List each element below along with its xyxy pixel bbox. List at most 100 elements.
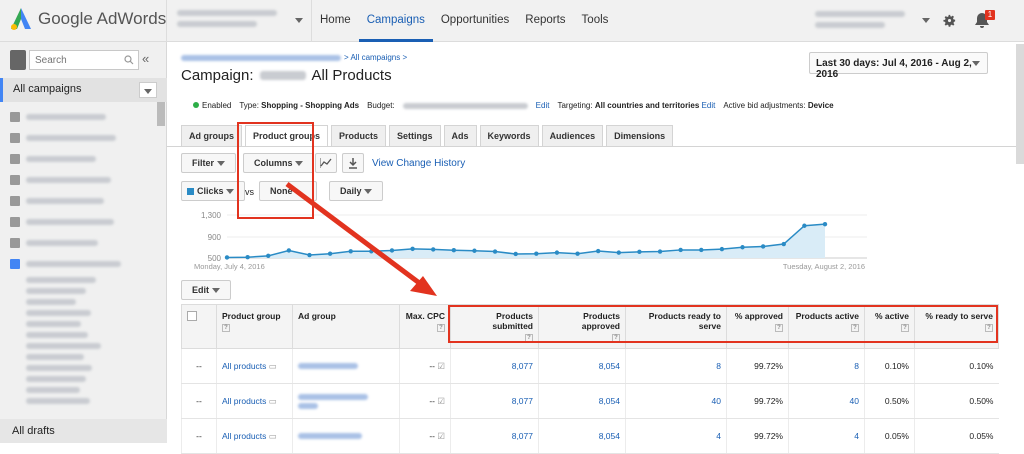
tab-audiences[interactable]: Audiences [541, 125, 604, 147]
nav-tools[interactable]: Tools [574, 0, 617, 42]
ad-group-link[interactable] [298, 433, 362, 439]
nav-opportunities[interactable]: Opportunities [433, 0, 517, 42]
folder-icon[interactable] [10, 50, 26, 70]
ad-group-item[interactable] [10, 296, 160, 307]
chart-toggle-button[interactable] [315, 153, 337, 173]
data-point[interactable] [637, 249, 642, 255]
ad-group-item[interactable] [10, 395, 160, 406]
data-point[interactable] [451, 248, 457, 253]
ready-cell[interactable]: 4 [625, 418, 727, 454]
filter-button[interactable]: Filter [181, 153, 236, 173]
campaign-item-selected[interactable] [10, 253, 160, 274]
edit-button[interactable]: Edit [181, 280, 231, 300]
data-point[interactable] [595, 248, 601, 254]
data-point[interactable] [575, 251, 580, 256]
ad-group-item[interactable] [10, 373, 160, 384]
breadcrumb-all-campaigns[interactable]: > All campaigns > [344, 53, 407, 66]
campaign-options-button[interactable] [139, 82, 157, 98]
data-point[interactable] [534, 251, 539, 256]
ad-group-item[interactable] [10, 362, 160, 373]
data-point[interactable] [266, 253, 271, 259]
active-cell[interactable]: 8 [788, 348, 865, 384]
tab-products[interactable]: Products [331, 125, 387, 147]
nav-home[interactable]: Home [312, 0, 359, 42]
account-switcher[interactable] [166, 0, 312, 42]
search-input[interactable] [30, 51, 120, 69]
data-point[interactable] [348, 249, 353, 254]
all-campaigns-item[interactable]: All campaigns [0, 78, 167, 102]
campaign-item[interactable] [10, 190, 160, 211]
approved-cell[interactable]: 8,054 [538, 418, 626, 454]
tab-ads[interactable]: Ads [443, 125, 477, 147]
help-icon[interactable]: ? [437, 324, 445, 332]
data-point[interactable] [802, 223, 807, 228]
data-point[interactable] [760, 244, 766, 249]
adwords-logo[interactable]: Google AdWords [10, 7, 166, 31]
data-point[interactable] [307, 252, 312, 258]
tab-settings[interactable]: Settings [389, 125, 441, 147]
download-button[interactable] [342, 153, 364, 173]
comment-icon[interactable]: ▭ [269, 396, 277, 406]
ready-cell[interactable]: 40 [625, 383, 727, 419]
ad-group-link[interactable] [298, 393, 368, 400]
gear-icon[interactable] [942, 13, 957, 28]
ad-group-item[interactable] [10, 274, 160, 285]
tab-dimensions[interactable]: Dimensions [606, 125, 674, 147]
tab-ad-groups[interactable]: Ad groups [181, 125, 242, 147]
data-point[interactable] [327, 251, 333, 256]
campaign-item[interactable] [10, 211, 160, 232]
data-point[interactable] [678, 247, 683, 253]
collapse-sidebar-icon[interactable]: « [142, 51, 149, 66]
data-point[interactable] [492, 249, 498, 254]
ad-group-link[interactable] [298, 363, 358, 369]
period-selector[interactable]: Daily [329, 181, 384, 201]
submitted-cell[interactable]: 8,077 [450, 383, 539, 419]
data-point[interactable] [513, 251, 518, 257]
status-enabled[interactable]: Enabled [193, 101, 231, 110]
data-point[interactable] [822, 221, 828, 227]
data-point[interactable] [657, 249, 663, 254]
data-point[interactable] [245, 254, 250, 260]
edit-icon[interactable]: ☑ [437, 361, 445, 371]
comment-icon[interactable]: ▭ [269, 361, 277, 371]
data-point[interactable] [616, 250, 621, 255]
max-cpc-cell[interactable]: -- ☑ [399, 383, 451, 419]
data-point[interactable] [699, 247, 704, 253]
date-range-selector[interactable]: Last 30 days: Jul 4, 2016 - Aug 2, 2016 [809, 52, 988, 80]
ad-group-item[interactable] [10, 340, 160, 351]
active-cell[interactable]: 4 [788, 418, 865, 454]
submitted-cell[interactable]: 8,077 [450, 418, 539, 454]
comment-icon[interactable]: ▭ [269, 431, 277, 441]
product-group-link[interactable]: All products [222, 396, 266, 406]
max-cpc-cell[interactable]: -- ☑ [399, 418, 451, 454]
col-max-cpc[interactable]: Max. CPC? [399, 304, 451, 349]
data-point[interactable] [781, 241, 786, 247]
ready-cell[interactable]: 8 [625, 348, 727, 384]
ad-group-item[interactable] [10, 285, 160, 296]
ad-group-item[interactable] [10, 318, 160, 329]
submitted-cell[interactable]: 8,077 [450, 348, 539, 384]
data-point[interactable] [472, 248, 477, 253]
active-cell[interactable]: 40 [788, 383, 865, 419]
col-product-group[interactable]: Product group? [216, 304, 293, 349]
max-cpc-cell[interactable]: -- ☑ [399, 348, 451, 384]
data-point[interactable] [554, 250, 560, 255]
data-point[interactable] [431, 247, 436, 252]
budget-edit-link[interactable]: Edit [536, 101, 550, 110]
breadcrumb-account-link[interactable] [181, 55, 341, 61]
ad-group-item[interactable] [10, 329, 160, 340]
ad-group-item[interactable] [10, 307, 160, 318]
metric1-selector[interactable]: Clicks [181, 181, 246, 201]
campaign-item[interactable] [10, 232, 160, 253]
all-drafts-item[interactable]: All drafts [0, 419, 167, 443]
ad-group-item[interactable] [10, 384, 160, 395]
campaign-item[interactable] [10, 148, 160, 169]
ad-group-item[interactable] [10, 351, 160, 362]
campaign-item[interactable] [10, 106, 160, 127]
data-point[interactable] [369, 249, 374, 254]
edit-icon[interactable]: ☑ [437, 396, 445, 406]
product-group-link[interactable]: All products [222, 431, 266, 441]
targeting-edit-link[interactable]: Edit [702, 101, 716, 110]
chevron-down-icon[interactable] [922, 18, 930, 23]
data-point[interactable] [410, 246, 415, 252]
